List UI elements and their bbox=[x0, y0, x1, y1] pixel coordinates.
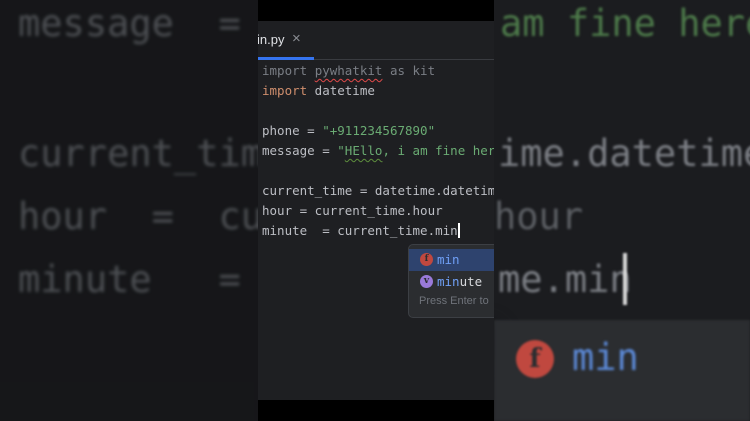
top-letterbox bbox=[258, 0, 494, 21]
tab-bar: in.py × bbox=[258, 21, 494, 60]
function-icon: f bbox=[420, 253, 433, 266]
bg-right-min: me.min bbox=[498, 258, 632, 301]
bg-right-datetime: ime.datetime bbox=[498, 132, 750, 175]
code-line-9[interactable]: minute = current_time.min bbox=[262, 221, 460, 241]
code-line-8[interactable]: hour = current_time.hour bbox=[262, 201, 443, 221]
active-tab-indicator bbox=[258, 57, 314, 60]
variable-icon: v bbox=[420, 275, 433, 288]
completion-match: min bbox=[437, 252, 460, 267]
completion-rest: ute bbox=[459, 274, 483, 289]
tab-label[interactable]: in.py bbox=[258, 32, 284, 47]
close-icon[interactable]: × bbox=[292, 30, 301, 47]
typo-hello: HEllo bbox=[344, 143, 383, 158]
completion-text: min bbox=[437, 252, 460, 267]
bg-vignette bbox=[0, 0, 258, 421]
code-line-4[interactable]: phone = "+911234567890" bbox=[262, 121, 435, 141]
bg-caret bbox=[623, 253, 627, 305]
module-datetime: datetime bbox=[307, 83, 375, 98]
code-line-5[interactable]: message = "HEllo, i am fine here bbox=[262, 141, 494, 161]
import-alias: as kit bbox=[382, 63, 436, 78]
code-editor[interactable]: in.py × import pywhatkit as kit import d… bbox=[258, 21, 494, 400]
bg-right-hour: hour bbox=[494, 195, 584, 238]
completion-item-min[interactable]: f min bbox=[409, 249, 494, 271]
bg-right-string: am fine here bbox=[500, 2, 750, 45]
message-string: , i am fine here bbox=[382, 143, 494, 158]
completion-text: minute bbox=[437, 274, 482, 289]
tab-main-py[interactable]: in.py × bbox=[258, 21, 314, 60]
completion-match: min bbox=[437, 274, 460, 289]
code-line-7[interactable]: current_time = datetime.datetime bbox=[262, 181, 494, 201]
completion-item-minute[interactable]: v minute bbox=[409, 271, 494, 293]
string-quote: " bbox=[337, 143, 345, 158]
completion-hint: Press Enter to bbox=[419, 295, 489, 307]
keyword-import: import bbox=[262, 63, 308, 78]
phone-assign: phone = bbox=[262, 123, 323, 138]
phone-string: "+911234567890" bbox=[322, 123, 436, 138]
bg-popup-text: min bbox=[572, 336, 639, 379]
completion-popup[interactable]: f min v minute Press Enter to bbox=[408, 244, 494, 318]
bottom-letterbox bbox=[258, 400, 494, 421]
keyword-import: import bbox=[262, 83, 308, 98]
code-line-1[interactable]: import pywhatkit as kit bbox=[262, 61, 435, 81]
module-pywhatkit: pywhatkit bbox=[314, 63, 383, 78]
text-caret bbox=[457, 223, 460, 238]
minute-assign: minute = current_time.min bbox=[262, 223, 458, 238]
message-assign: message = bbox=[262, 143, 338, 158]
bg-function-icon: f bbox=[516, 340, 554, 378]
code-line-2[interactable]: import datetime bbox=[262, 81, 375, 101]
